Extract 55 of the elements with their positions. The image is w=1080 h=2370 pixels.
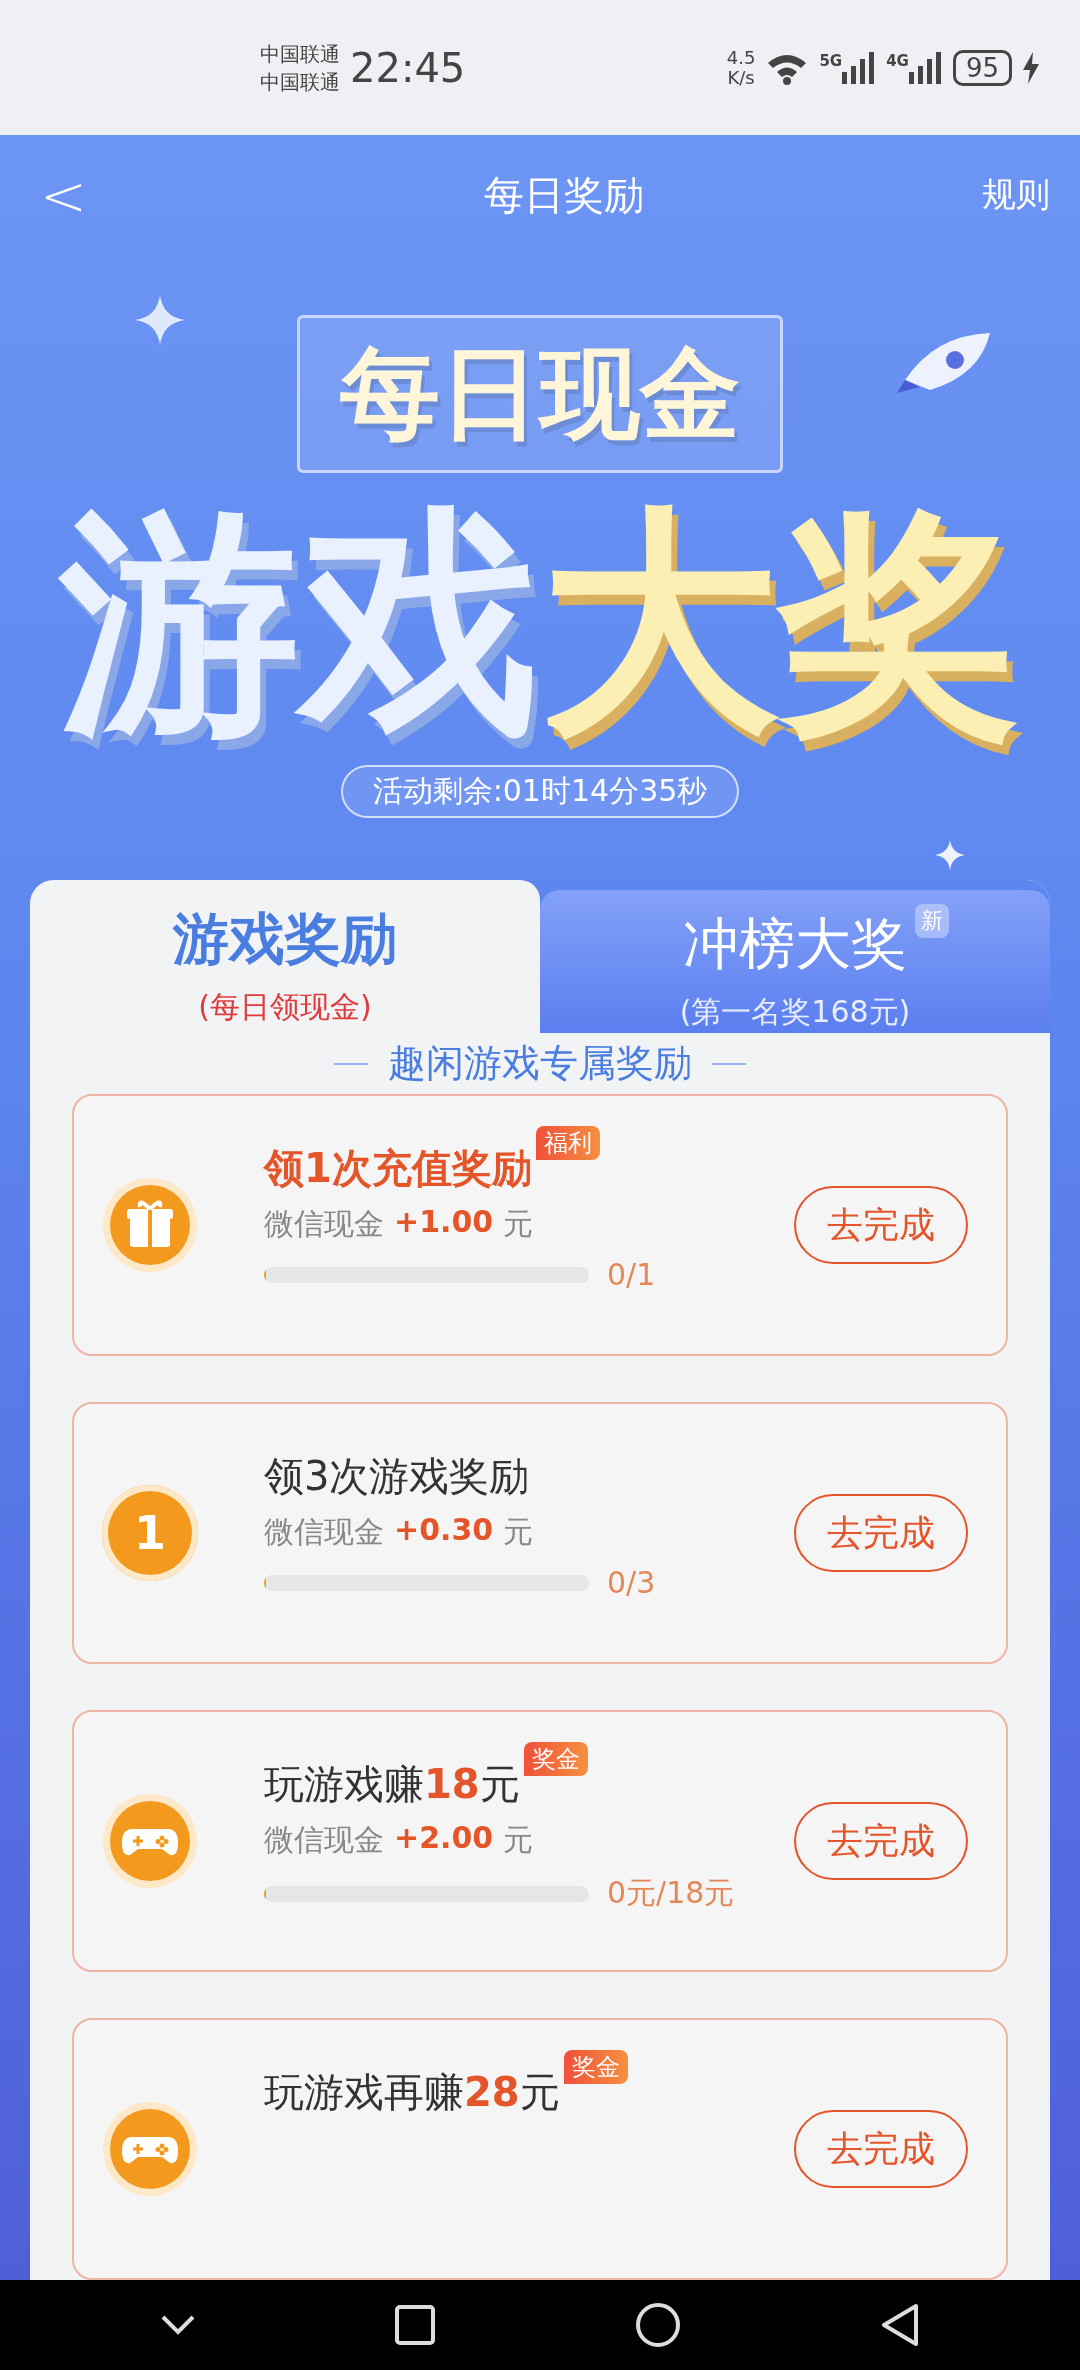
reward-amount: +1.00 bbox=[394, 1204, 494, 1241]
signal-bars-icon bbox=[908, 51, 943, 84]
countdown-timer: 活动剩余:01时14分35秒 bbox=[340, 765, 740, 818]
battery-level: 95 bbox=[952, 49, 1012, 86]
progress-count: 0/3 bbox=[607, 1565, 656, 1600]
reward-unit: 元 bbox=[503, 1821, 534, 1859]
number-icon: 1 bbox=[102, 1485, 198, 1581]
gamepad-icon bbox=[102, 2101, 198, 2197]
charging-bolt-icon bbox=[1022, 51, 1040, 84]
sparkle-icon bbox=[135, 295, 185, 345]
carrier-name: 中国联通 bbox=[260, 40, 340, 68]
banner-subtitle: 每日现金 bbox=[297, 315, 783, 473]
section-title: 趣闲游戏专属奖励 bbox=[388, 1040, 692, 1087]
back-button[interactable]: < bbox=[40, 162, 87, 228]
complete-button[interactable]: 去完成 bbox=[794, 1802, 968, 1880]
network-speed: 4.5 bbox=[726, 47, 756, 68]
gift-icon bbox=[102, 1177, 198, 1273]
clock: 22:45 bbox=[350, 44, 466, 91]
sparkle-icon bbox=[935, 840, 965, 870]
home-icon[interactable] bbox=[634, 2302, 681, 2348]
network-speed-unit: K/s bbox=[727, 67, 755, 88]
progress-count: 0元/18元 bbox=[607, 1874, 735, 1912]
new-badge: 新 bbox=[915, 904, 949, 938]
network-type: 4G bbox=[886, 51, 909, 70]
task-title: 领3次游戏奖励 bbox=[264, 1452, 530, 1501]
reward-tag: 福利 bbox=[535, 1126, 600, 1160]
gamepad-icon bbox=[102, 1793, 198, 1889]
complete-button[interactable]: 去完成 bbox=[794, 1186, 968, 1264]
complete-button[interactable]: 去完成 bbox=[794, 1494, 968, 1572]
complete-button[interactable]: 去完成 bbox=[794, 2110, 968, 2188]
network-type: 5G bbox=[819, 51, 843, 70]
banner-title-accent: 大奖 bbox=[540, 493, 1020, 753]
rules-link[interactable]: 规则 bbox=[982, 172, 1050, 218]
reward-tag: 奖金 bbox=[523, 1742, 588, 1776]
reward-tag: 奖金 bbox=[563, 2050, 628, 2084]
reward-unit: 元 bbox=[503, 1205, 534, 1243]
carrier-name: 中国联通 bbox=[260, 68, 340, 96]
reward-unit: 元 bbox=[503, 1513, 534, 1551]
task-title: 领1次充值奖励 bbox=[264, 1144, 532, 1193]
task-title: 玩游戏赚18元 bbox=[264, 1760, 520, 1809]
reward-label: 微信现金 bbox=[264, 1821, 384, 1859]
tab[interactable]: 游戏奖励 (每日领现金) bbox=[30, 880, 540, 1033]
banner-title: 游戏 bbox=[60, 493, 540, 753]
progress-count: 0/1 bbox=[607, 1257, 656, 1292]
reward-label: 微信现金 bbox=[264, 1513, 384, 1551]
signal-bars-icon bbox=[842, 51, 877, 84]
reward-amount: +2.00 bbox=[394, 1820, 494, 1857]
reward-amount: +0.30 bbox=[394, 1512, 494, 1549]
page-title: 每日奖励 bbox=[483, 170, 646, 220]
recents-icon[interactable] bbox=[395, 2305, 436, 2345]
task-title: 玩游戏再赚28元 bbox=[264, 2068, 560, 2117]
collapse-icon[interactable] bbox=[159, 2314, 196, 2336]
back-icon[interactable] bbox=[880, 2303, 921, 2347]
tab[interactable]: 冲榜大奖 新 (第一名奖168元) bbox=[540, 890, 1050, 1033]
reward-label: 微信现金 bbox=[264, 1205, 384, 1243]
